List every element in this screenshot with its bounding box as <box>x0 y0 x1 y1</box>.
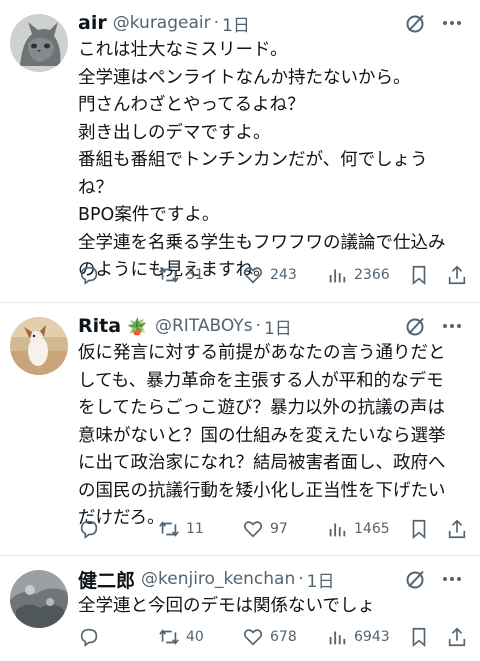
retweet-count: 11 <box>186 521 204 537</box>
tweet-text-line: に出て政治家になれ？結局被害者面し、政府へ <box>78 453 446 473</box>
views-count: 1465 <box>354 521 390 537</box>
timestamp[interactable]: 1日 <box>307 567 335 592</box>
reply-button[interactable] <box>78 262 100 288</box>
tweet-2-header: Rita 🪴 @RITABOYs · 1日 <box>78 312 466 340</box>
grok-icon[interactable] <box>404 11 428 35</box>
retweet-button[interactable]: 31 <box>158 262 204 288</box>
retweet-icon <box>159 521 179 537</box>
more-icon[interactable] <box>440 569 464 589</box>
display-name[interactable]: 健二郎 <box>78 566 135 593</box>
reply-icon <box>80 520 98 539</box>
tweet-2-actions: 11 97 1465 <box>78 516 470 542</box>
views-button[interactable]: 6943 <box>326 624 390 650</box>
bookmark-icon <box>412 627 426 648</box>
like-count: 678 <box>270 629 297 645</box>
like-button[interactable]: 678 <box>242 624 297 650</box>
tweet-2-text: 仮に発言に対する前提があなたの言う通りだと しても、暴力革命を主張する人が平和的… <box>78 340 470 533</box>
share-icon <box>448 519 466 539</box>
grok-icon[interactable] <box>404 567 428 591</box>
tweet-1[interactable]: air @kurageair · 1日 これは壮大なミスリード。 全学連はペンラ… <box>0 0 480 302</box>
tweet-text-line: 全学連はペンライトなんか持たないから。 <box>78 67 411 88</box>
reply-icon <box>80 628 98 647</box>
tweet-2[interactable]: Rita 🪴 @RITABOYs · 1日 仮に発言に対する前提があなたの言う通… <box>0 303 480 555</box>
like-icon <box>243 267 263 284</box>
views-icon <box>329 631 346 645</box>
plant-emoji: 🪴 <box>127 316 147 336</box>
retweet-button[interactable]: 40 <box>158 624 204 650</box>
tweet-1-header: air @kurageair · 1日 <box>78 9 466 37</box>
views-count: 6943 <box>354 629 390 645</box>
share-button[interactable] <box>446 624 468 650</box>
like-icon <box>243 521 263 538</box>
timestamp[interactable]: 1日 <box>222 11 250 36</box>
retweet-icon <box>159 629 179 645</box>
user-handle[interactable]: @kurageair <box>113 13 211 33</box>
tweet-1-text: これは壮大なミスリード。 全学連はペンライトなんか持たないから。 門さんわざとや… <box>78 37 470 285</box>
tweet-1-actions: 31 243 2366 <box>78 262 470 288</box>
like-button[interactable]: 243 <box>242 262 297 288</box>
bookmark-icon <box>412 519 426 540</box>
avatar-kenjiro[interactable] <box>10 570 68 628</box>
views-button[interactable]: 1465 <box>326 516 390 542</box>
separator-dot: · <box>213 13 220 33</box>
cat-avatar-image <box>10 14 68 72</box>
views-icon <box>329 269 346 283</box>
tweet-3-actions: 40 678 6943 <box>78 624 470 650</box>
tweet-text-line: しても、暴力革命を主張する人が平和的なデモ <box>78 370 444 391</box>
separator-dot: · <box>255 316 261 336</box>
more-icon[interactable] <box>440 316 464 336</box>
tweet-text-line: ね？ <box>78 177 113 198</box>
share-button[interactable] <box>446 262 468 288</box>
dog-avatar-image <box>10 317 68 375</box>
like-icon <box>243 629 263 646</box>
separator-dot: · <box>298 569 304 589</box>
like-button[interactable]: 97 <box>242 516 288 542</box>
share-button[interactable] <box>446 516 468 542</box>
tweet-text-line: 全学連を名乗る学生もフワフワの議論で仕込み <box>78 232 446 253</box>
like-count: 97 <box>270 521 288 537</box>
tweet-text-line: 意味がないと？国の仕組みを変えたいなら選挙 <box>78 425 446 446</box>
tweet-3-text: 全学連と今回のデモは関係ないでしょ <box>78 593 470 621</box>
like-count: 243 <box>270 267 297 283</box>
retweet-icon <box>159 267 179 283</box>
user-handle[interactable]: @kenjiro_kenchan <box>141 569 295 589</box>
avatar-air[interactable] <box>10 14 68 72</box>
retweet-count: 31 <box>186 267 204 283</box>
tweet-text-line: をしてたらごっこ遊び？暴力以外の抗議の声は <box>78 398 445 418</box>
tweet-3[interactable]: 健二郎 @kenjiro_kenchan · 1日 全学連と今回のデモは関係ない… <box>0 556 480 661</box>
user-handle[interactable]: @RITABOYs <box>155 316 253 336</box>
reply-button[interactable] <box>78 516 100 542</box>
retweet-count: 40 <box>186 629 204 645</box>
bookmark-button[interactable] <box>408 624 430 650</box>
retweet-button[interactable]: 11 <box>158 516 204 542</box>
display-name[interactable]: Rita <box>78 315 121 337</box>
more-icon[interactable] <box>440 13 464 33</box>
grok-icon[interactable] <box>404 314 428 338</box>
bookmark-button[interactable] <box>408 516 430 542</box>
tweet-3-header: 健二郎 @kenjiro_kenchan · 1日 <box>78 565 466 593</box>
tweet-text-line: 仮に発言に対する前提があなたの言う通りだと <box>78 343 446 363</box>
share-icon <box>448 627 466 647</box>
display-name[interactable]: air <box>78 12 107 34</box>
avatar-rita[interactable] <box>10 317 68 375</box>
tweet-text-line: BPO案件ですよ。 <box>78 205 220 225</box>
reply-icon <box>80 266 98 285</box>
rock-avatar-image <box>10 570 68 628</box>
tweet-text-line: の国民の抗議行動を矮小化し正当性を下げたい <box>78 480 446 501</box>
tweet-text-line: 剥き出しのデマですよ。 <box>78 122 271 143</box>
tweet-text-line: 全学連と今回のデモは関係ないでしょ <box>78 596 375 616</box>
views-button[interactable]: 2366 <box>326 262 390 288</box>
timestamp[interactable]: 1日 <box>264 314 292 339</box>
share-icon <box>448 265 466 285</box>
reply-button[interactable] <box>78 624 100 650</box>
views-count: 2366 <box>354 267 390 283</box>
tweet-text-line: 番組も番組でトンチンカンだが、何でしょう <box>78 150 428 170</box>
views-icon <box>329 523 346 537</box>
bookmark-icon <box>412 265 426 286</box>
bookmark-button[interactable] <box>408 262 430 288</box>
tweet-text-line: これは壮大なミスリード。 <box>78 40 288 60</box>
tweet-text-line: 門さんわざとやってるよね？ <box>78 95 305 115</box>
